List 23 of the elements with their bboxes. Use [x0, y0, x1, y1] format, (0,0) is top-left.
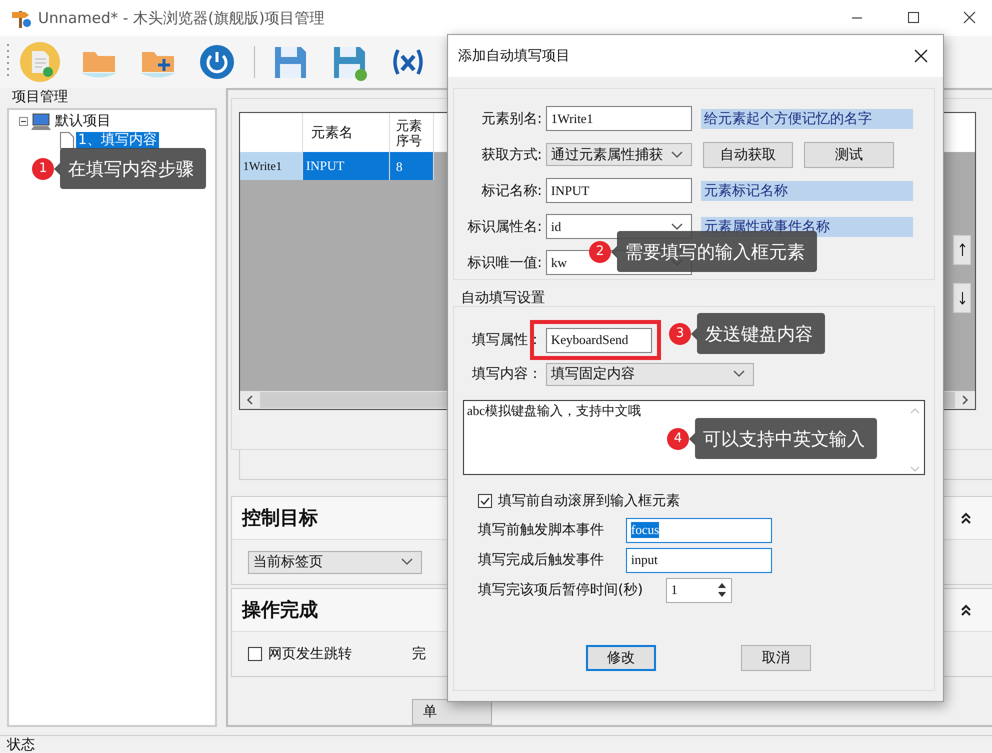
hint-text: 元素标记名称: [701, 180, 913, 200]
status-bar: 状态: [0, 735, 992, 753]
field-label: 填写属性：: [471, 330, 543, 348]
field-label: 填写前触发脚本事件: [478, 521, 605, 539]
table-cell: INPUT: [303, 152, 390, 180]
hint-text: 给元素起个方便记忆的名字: [701, 108, 913, 128]
field-label: 标识属性名:: [466, 218, 543, 236]
field-label: 填写内容：: [471, 365, 543, 383]
dialog-title: 添加自动填写项目: [458, 47, 570, 65]
window-title: Unnamed* - 木头浏览器(旗舰版)项目管理: [38, 8, 326, 28]
field-label: 填写完该项后暂停时间(秒): [478, 581, 644, 599]
section-title: 操作完成: [242, 598, 318, 623]
row-header: 1Write1: [240, 152, 303, 180]
option-label: 完: [412, 645, 426, 663]
field-label: 标识唯一值:: [466, 254, 543, 272]
field-label: 填写完成后触发事件: [478, 551, 605, 569]
field-label: 标记名称:: [480, 182, 543, 200]
section-title: 控制目标: [242, 506, 318, 531]
field-label: 元素别名:: [480, 110, 543, 128]
field-label: 获取方式:: [480, 146, 543, 164]
panel-title: 项目管理: [11, 88, 69, 107]
table-cell: 8: [390, 152, 434, 180]
group-title: 自动填写设置: [461, 290, 546, 306]
